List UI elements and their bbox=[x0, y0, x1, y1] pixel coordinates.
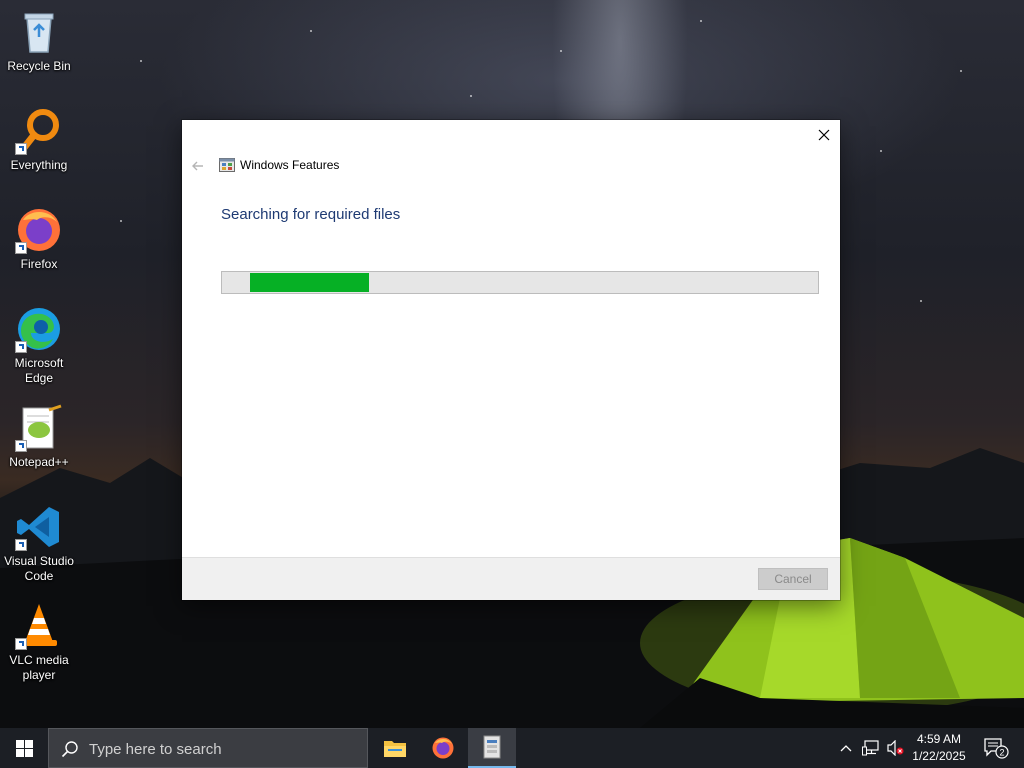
desktop-icon-edge[interactable]: Microsoft Edge bbox=[2, 305, 76, 386]
shortcut-arrow-icon bbox=[15, 143, 27, 155]
cancel-button[interactable]: Cancel bbox=[758, 568, 828, 590]
shortcut-arrow-icon bbox=[15, 341, 27, 353]
folder-icon bbox=[384, 741, 406, 757]
dialog-footer: Cancel bbox=[182, 557, 840, 600]
desktop-icon-label: Microsoft Edge bbox=[14, 356, 64, 385]
desktop-icon-recycle-bin[interactable]: Recycle Bin bbox=[2, 8, 76, 74]
network-icon bbox=[862, 740, 879, 756]
desktop-icon-label: VLC media player bbox=[9, 653, 69, 682]
windows-features-icon bbox=[483, 735, 501, 759]
windows-logo-icon bbox=[15, 739, 33, 757]
close-icon bbox=[818, 129, 830, 141]
show-hidden-icons-button[interactable] bbox=[836, 728, 856, 768]
taskbar-firefox[interactable] bbox=[419, 728, 467, 768]
star bbox=[920, 300, 922, 302]
firefox-icon bbox=[432, 737, 454, 759]
action-center-button[interactable]: 2 bbox=[978, 728, 1014, 768]
start-button[interactable] bbox=[0, 728, 48, 768]
desktop-icon-label: Notepad++ bbox=[9, 455, 69, 469]
windows-features-icon bbox=[219, 158, 235, 172]
desktop-icon-firefox[interactable]: Firefox bbox=[2, 206, 76, 272]
search-icon bbox=[61, 741, 78, 758]
clock-time: 4:59 AM bbox=[916, 732, 962, 746]
star bbox=[960, 70, 962, 72]
volume-muted-icon bbox=[887, 740, 904, 756]
everything-search-icon bbox=[15, 107, 63, 155]
volume-tray-button[interactable] bbox=[884, 728, 906, 768]
firefox-icon bbox=[15, 206, 63, 254]
star bbox=[560, 50, 562, 52]
taskbar-search-box[interactable]: Type here to search bbox=[48, 728, 368, 768]
progress-bar-fill bbox=[250, 273, 369, 292]
vlc-icon bbox=[15, 602, 63, 650]
star bbox=[700, 20, 702, 22]
windows-features-dialog: Windows Features Searching for required … bbox=[182, 120, 840, 600]
back-arrow-icon[interactable] bbox=[190, 158, 206, 174]
status-heading: Searching for required files bbox=[221, 206, 401, 223]
desktop-icon-vscode[interactable]: Visual Studio Code bbox=[2, 503, 76, 584]
chevron-up-icon bbox=[840, 745, 852, 752]
desktop-icon-notepad-plus-plus[interactable]: Notepad++ bbox=[2, 404, 76, 470]
edge-icon bbox=[15, 305, 63, 353]
desktop-icon-label: Firefox bbox=[20, 257, 58, 271]
shortcut-arrow-icon bbox=[15, 539, 27, 551]
desktop-icon-label: Visual Studio Code bbox=[4, 554, 74, 583]
star bbox=[120, 220, 122, 222]
shortcut-arrow-icon bbox=[15, 242, 27, 254]
notification-icon: 2 bbox=[984, 738, 1009, 759]
star bbox=[310, 30, 312, 32]
desktop-icon-label: Everything bbox=[10, 158, 68, 172]
desktop-icon-label: Recycle Bin bbox=[7, 59, 71, 73]
taskbar-windows-features[interactable] bbox=[468, 728, 516, 768]
desktop-icon-everything[interactable]: Everything bbox=[2, 107, 76, 173]
star bbox=[880, 150, 882, 152]
notepad-plus-plus-icon bbox=[15, 404, 63, 452]
shortcut-arrow-icon bbox=[15, 440, 27, 452]
taskbar: Type here to search 4:59 AM 1/22/2025 2 bbox=[0, 728, 1024, 768]
dialog-title: Windows Features bbox=[240, 158, 340, 172]
progress-bar bbox=[221, 271, 819, 294]
close-button[interactable] bbox=[808, 120, 840, 150]
notification-count: 2 bbox=[999, 748, 1004, 758]
network-tray-button[interactable] bbox=[860, 728, 882, 768]
shortcut-arrow-icon bbox=[15, 638, 27, 650]
taskbar-clock[interactable]: 4:59 AM 1/22/2025 bbox=[906, 731, 972, 765]
search-placeholder: Type here to search bbox=[89, 741, 222, 758]
clock-date: 1/22/2025 bbox=[912, 749, 966, 763]
desktop-icon-vlc[interactable]: VLC media player bbox=[2, 602, 76, 683]
vscode-icon bbox=[15, 503, 63, 551]
star bbox=[470, 95, 472, 97]
taskbar-file-explorer[interactable] bbox=[371, 728, 419, 768]
recycle-bin-icon bbox=[15, 8, 63, 56]
star bbox=[140, 60, 142, 62]
